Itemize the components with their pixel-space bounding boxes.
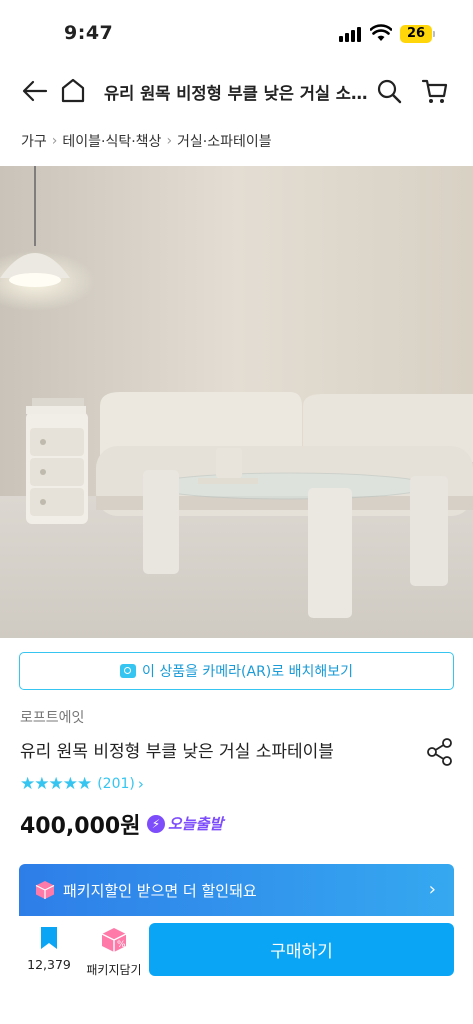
price: 400,000원 [20,814,141,839]
ar-button-label: 이 상품을 카메라(AR)로 배치해보기 [141,664,354,680]
share-icon[interactable] [425,737,455,767]
delivery-badge: ⚡ 오늘출발 [147,813,223,834]
delivery-badge-label: 오늘출발 [168,815,224,833]
chevron-right-icon: › [51,133,58,149]
rating-stars: ★★★★★ [20,774,92,794]
wifi-icon [370,24,392,41]
package-box-icon [35,881,55,899]
battery-tip [433,31,435,37]
camera-icon [119,664,136,678]
rating-summary[interactable]: ★★★★★ (201) › [20,774,144,794]
buy-button[interactable]: 구매하기 [149,923,454,976]
package-box-icon: % [101,928,127,952]
product-name: 유리 원목 비정형 부클 낮은 거실 소파테이블 [20,742,334,762]
chevron-right-icon: › [166,133,173,149]
package-add-label: 패키지담기 [86,963,142,977]
package-banner-label: 패키지할인 받으면 더 할인돼요 [63,881,257,900]
scrap-button[interactable]: 12,379 [22,926,76,972]
product-image[interactable] [0,166,473,638]
bottom-action-bar: 12,379 % 패키지담기 구매하기 [0,916,473,1024]
scrap-count: 12,379 [27,957,71,972]
lightning-icon: ⚡ [147,814,165,833]
home-icon[interactable] [58,76,88,106]
package-discount-banner[interactable]: 패키지할인 받으면 더 할인돼요 › [19,864,454,916]
status-bar: 9:47 26 [0,0,473,58]
cart-icon[interactable] [420,76,450,106]
search-icon[interactable] [374,76,404,106]
status-time: 9:47 [64,22,114,44]
review-count: (201) [97,776,135,792]
page-title: 유리 원목 비정형 부클 낮은 거실 소… [104,84,368,103]
chevron-right-icon: › [137,775,144,793]
back-arrow-icon[interactable] [20,76,50,106]
brand-name[interactable]: 로프트에잇 [20,707,84,727]
signal-icon [339,27,363,42]
svg-text:%: % [117,940,126,950]
add-to-package-button[interactable]: % 패키지담기 [82,926,146,978]
chevron-right-icon: › [428,879,436,900]
bookmark-icon [41,927,57,949]
breadcrumb: 가구 › 테이블·식탁·책상 › 거실·소파테이블 [21,130,272,152]
ar-view-button[interactable]: 이 상품을 카메라(AR)로 배치해보기 [19,652,454,690]
breadcrumb-item[interactable]: 거실·소파테이블 [177,131,272,151]
breadcrumb-item[interactable]: 가구 [21,131,47,151]
breadcrumb-item[interactable]: 테이블·식탁·책상 [62,131,161,151]
top-nav: 유리 원목 비정형 부클 낮은 거실 소… [0,66,473,116]
battery-indicator: 26 [400,25,432,43]
